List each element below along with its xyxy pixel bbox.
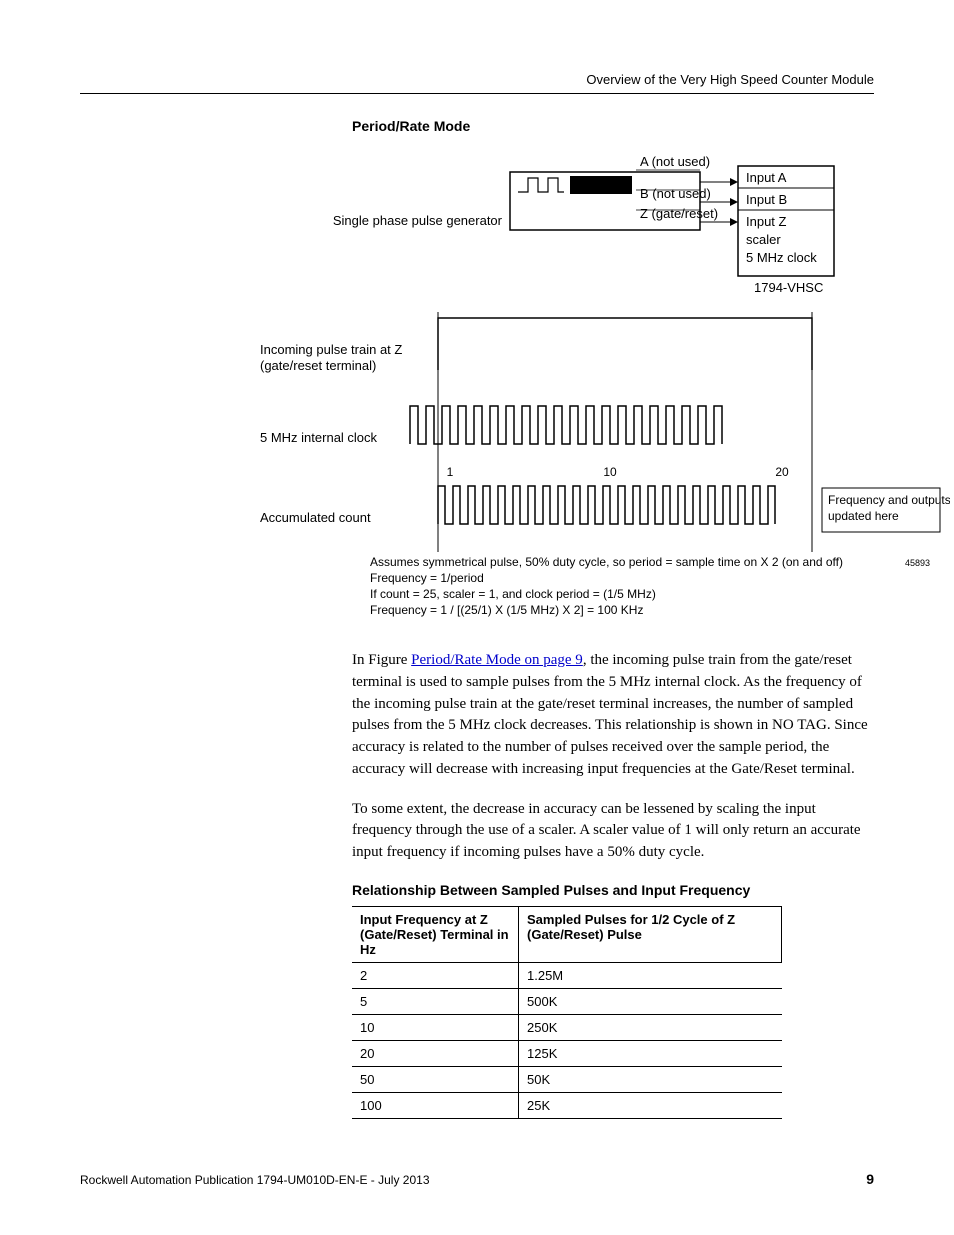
table-row: 5500K [352,988,782,1014]
svg-text:Incoming pulse train at Z: Incoming pulse train at Z [260,342,402,357]
svg-text:Input B: Input B [746,192,787,207]
svg-text:1: 1 [447,465,454,479]
svg-text:5 MHz internal clock: 5 MHz internal clock [260,430,378,445]
svg-text:Frequency and outputs: Frequency and outputs [828,493,950,507]
para1-suffix: , the incoming pulse train from the gate… [352,652,868,777]
period-rate-diagram: Single phase pulse generator A (not used… [230,152,954,622]
table-header-1: Input Frequency at Z (Gate/Reset) Termin… [352,906,519,962]
para1-prefix: In Figure [352,652,411,668]
footer-publication: Rockwell Automation Publication 1794-UM0… [80,1173,874,1187]
svg-text:(gate/reset terminal): (gate/reset terminal) [260,358,376,373]
svg-text:10: 10 [603,465,617,479]
svg-text:A (not used): A (not used) [640,154,710,169]
table-row: 5050K [352,1066,782,1092]
table-title: Relationship Between Sampled Pulses and … [352,882,874,898]
svg-text:Frequency = 1/period: Frequency = 1/period [370,571,484,585]
page-number: 9 [866,1171,874,1187]
page-header: Overview of the Very High Speed Counter … [80,72,874,94]
svg-text:20: 20 [775,465,789,479]
figure-title: Period/Rate Mode [352,118,874,134]
table-row: 20125K [352,1040,782,1066]
frequency-table: Input Frequency at Z (Gate/Reset) Termin… [352,906,782,1119]
paragraph-1: In Figure Period/Rate Mode on page 9, th… [352,650,877,864]
svg-text:Accumulated count: Accumulated count [260,510,371,525]
svg-text:Single phase pulse generator: Single phase pulse generator [333,213,503,228]
svg-text:scaler: scaler [746,232,781,247]
svg-text:Input Z: Input Z [746,214,787,229]
figure-link[interactable]: Period/Rate Mode on page 9 [411,652,583,668]
svg-text:updated here: updated here [828,509,899,523]
paragraph-2: To some extent, the decrease in accuracy… [352,799,877,864]
svg-text:B (not used): B (not used) [640,186,711,201]
svg-text:Z (gate/reset): Z (gate/reset) [640,206,718,221]
svg-text:Input A: Input A [746,170,787,185]
svg-text:If count = 25, scaler = 1, and: If count = 25, scaler = 1, and clock per… [370,587,656,601]
svg-text:5 MHz clock: 5 MHz clock [746,250,817,265]
svg-text:45893: 45893 [905,558,930,568]
table-row: 21.25M [352,962,782,988]
table-header-2: Sampled Pulses for 1/2 Cycle of Z (Gate/… [519,906,782,962]
table-row: 10250K [352,1014,782,1040]
svg-text:Frequency = 1 / [(25/1) X (1/5: Frequency = 1 / [(25/1) X (1/5 MHz) X 2]… [370,603,643,617]
svg-text:1794-VHSC: 1794-VHSC [754,280,823,295]
svg-text:Assumes symmetrical pulse, 50%: Assumes symmetrical pulse, 50% duty cycl… [370,555,843,569]
table-row: 10025K [352,1092,782,1118]
